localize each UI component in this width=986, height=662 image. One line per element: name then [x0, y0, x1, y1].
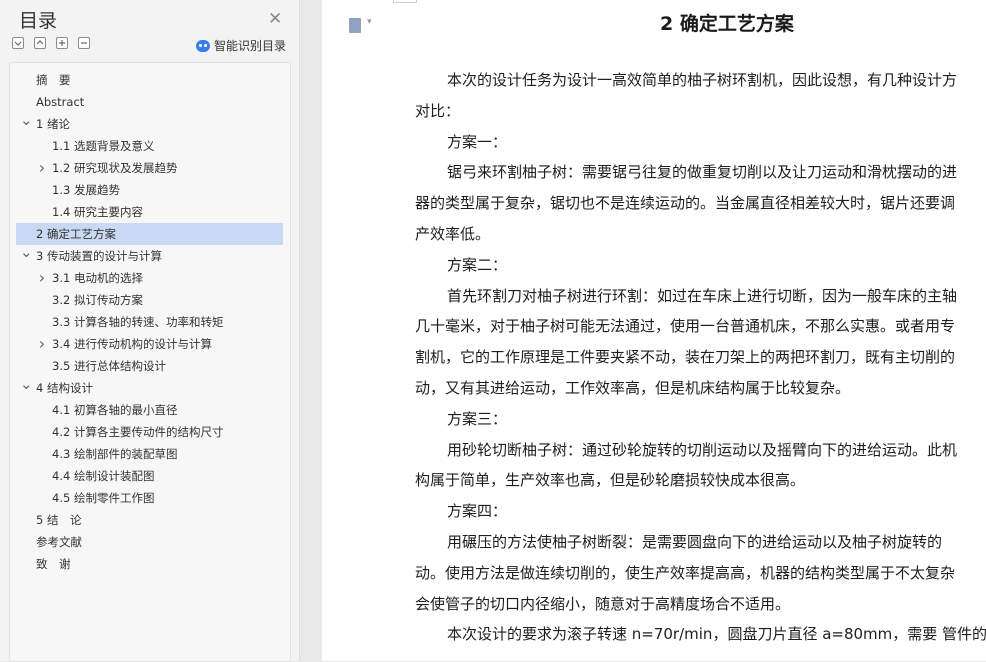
toc-item[interactable]: 摘 要 [16, 69, 283, 91]
toc-item-label: 摘 要 [36, 73, 71, 87]
toc-item-label: 1.1 选题背景及意义 [52, 139, 155, 153]
chevron-down-icon[interactable]: ⌄ [20, 113, 33, 135]
document-line: 方案二： [447, 255, 508, 274]
toc-item-label: 4.4 绘制设计装配图 [52, 469, 155, 483]
section-heading: 2 确定工艺方案 [660, 13, 794, 35]
toc-item[interactable]: › 1.2 研究现状及发展趋势 [16, 157, 283, 179]
toc-item-label: 参考文献 [36, 535, 82, 549]
document-icon[interactable] [349, 17, 372, 33]
toc-item-label: 3.2 拟订传动方案 [52, 293, 143, 307]
toc-item[interactable]: 4.4 绘制设计装配图 [16, 465, 283, 487]
toc-item-label: 1.2 研究现状及发展趋势 [52, 161, 178, 175]
document-line: 会使管子的切口内径缩小，随意对于高精度场合不适用。 [415, 594, 791, 613]
toc-item[interactable]: › 3.4 进行传动机构的设计与计算 [16, 333, 283, 355]
toc-item[interactable]: ⌄ 4 结构设计 [16, 377, 283, 399]
remove-heading-icon[interactable] [78, 37, 90, 49]
document-line: 器的类型属于复杂，锯切也不是连续运动的。当金属直径相差较大时，锯片还要调 [415, 194, 956, 213]
toc-item-label: 5 结 论 [36, 513, 82, 527]
toc-item-label: 4.1 初算各轴的最小直径 [52, 403, 178, 417]
toc-item-label: 3 传动装置的设计与计算 [36, 249, 162, 263]
toc-item-label: Abstract [36, 95, 85, 109]
toc-item[interactable]: 参考文献 [16, 531, 283, 553]
document-line: 构属于简单，生产效率也高，但是砂轮磨损较快成本很高。 [415, 471, 806, 490]
document-line: 动，又有其进给运动，工作效率高，但是机床结构属于比较复杂。 [415, 379, 851, 397]
toc-item-label: 4.5 绘制零件工作图 [52, 491, 155, 505]
toc-item-label: 致 谢 [36, 557, 71, 571]
add-heading-icon[interactable] [56, 37, 68, 49]
smart-toc-label: 智能识别目录 [214, 39, 287, 53]
toc-item[interactable]: 1.4 研究主要内容 [16, 201, 283, 223]
toc-item-label: 3.4 进行传动机构的设计与计算 [52, 337, 212, 351]
document-line: 动。使用方法是做连续切削的，使生产效率提高高，机器的结构类型属于不太复杂 [415, 563, 956, 582]
toc-item[interactable]: 4.2 计算各主要传动件的结构尺寸 [16, 421, 283, 443]
document-line: 方案四： [447, 502, 508, 521]
document-line: 锯弓来环割柚子树：需要锯弓往复的做重复切削以及让刀运动和滑枕摆动的进 [447, 163, 958, 182]
toc-item-label: 4.3 绘制部件的装配草图 [52, 447, 178, 461]
toc-item[interactable]: 3.5 进行总体结构设计 [16, 355, 283, 377]
document-line: 本次设计的要求为滚子转速 n=70r/min，圆盘刀片直径 a=80mm，需要 … [447, 625, 986, 644]
toc-item-label: 3.5 进行总体结构设计 [52, 359, 166, 373]
toc-item-label: 3.3 计算各轴的转速、功率和转矩 [52, 315, 224, 329]
toc-item-label: 2 确定工艺方案 [36, 227, 116, 241]
chevron-right-icon[interactable]: › [36, 157, 48, 179]
toc-item-label: 4 结构设计 [36, 381, 93, 395]
toc-item[interactable]: 3.2 拟订传动方案 [16, 289, 283, 311]
document-line: 用碾压的方法使柚子树断裂：是需要圆盘向下的进给运动以及柚子树旋转的 [447, 533, 943, 551]
page-corner-mark [393, 0, 417, 3]
toc-item[interactable]: 1.1 选题背景及意义 [16, 135, 283, 157]
chevron-down-icon[interactable]: ⌄ [20, 377, 33, 399]
document-line: 方案三： [447, 409, 508, 428]
document-line: 割机，它的工作原理是工件要夹紧不动，装在刀架上的两把环割刀，既有主切削的 [415, 348, 956, 367]
toc-list: 摘 要 Abstract ⌄ 1 绪论 1.1 选题背景及意义 › 1.2 研究现状及发展趋… [9, 62, 291, 662]
toc-title: 目录 [19, 10, 58, 32]
expand-all-icon[interactable] [34, 37, 46, 49]
toc-item[interactable]: 2 确定工艺方案 [16, 223, 283, 245]
toc-toolbar [12, 37, 90, 49]
ai-robot-icon [196, 39, 210, 52]
close-icon[interactable]: ✕ [268, 9, 282, 29]
toc-item[interactable]: 1.3 发展趋势 [16, 179, 283, 201]
chevron-down-icon[interactable]: ⌄ [20, 245, 33, 267]
chevron-right-icon[interactable]: › [36, 333, 48, 355]
toc-item-label: 3.1 电动机的选择 [52, 271, 143, 285]
toc-item[interactable]: 4.5 绘制零件工作图 [16, 487, 283, 509]
toc-item-label: 1.3 发展趋势 [52, 183, 120, 197]
toc-item[interactable]: 4.3 绘制部件的装配草图 [16, 443, 283, 465]
document-line: 产效率低。 [415, 225, 491, 243]
document-line: 对比： [415, 101, 461, 120]
toc-panel: 目录 ✕ 智能识别目录 摘 要 Abstract ⌄ 1 绪论 1.1 选题背景及意义 ›… [0, 0, 300, 662]
toc-item-label: 1 绪论 [36, 117, 70, 131]
toc-item[interactable]: 3.3 计算各轴的转速、功率和转矩 [16, 311, 283, 333]
toc-item[interactable]: Abstract [16, 91, 283, 113]
toc-item[interactable]: › 3.1 电动机的选择 [16, 267, 283, 289]
toc-item[interactable]: ⌄ 1 绪论 [16, 113, 283, 135]
document-line: 方案一： [447, 132, 508, 151]
smart-toc-button[interactable]: 智能识别目录 [196, 37, 286, 54]
collapse-all-icon[interactable] [12, 37, 24, 49]
document-line: 首先环割刀对柚子树进行环割：如过在车床上进行切断，因为一般车床的主轴 [447, 286, 958, 305]
toc-item[interactable]: ⌄ 3 传动装置的设计与计算 [16, 245, 283, 267]
toc-item[interactable]: 4.1 初算各轴的最小直径 [16, 399, 283, 421]
document-line: 本次的设计任务为设计一高效简单的柚子树环割机，因此设想，有几种设计方 [447, 71, 958, 89]
toc-item[interactable]: 5 结 论 [16, 509, 283, 531]
document-line: 用砂轮切断柚子树：通过砂轮旋转的切削运动以及摇臂向下的进给运动。此机 [447, 440, 958, 459]
toc-item-label: 4.2 计算各主要传动件的结构尺寸 [52, 425, 224, 439]
toc-item-label: 1.4 研究主要内容 [52, 205, 143, 219]
toc-item[interactable]: 致 谢 [16, 553, 283, 575]
document-line: 几十毫米，对于柚子树可能无法通过，使用一台普通机床，不那么实惠。或者用专 [415, 317, 956, 336]
chevron-right-icon[interactable]: › [36, 267, 48, 289]
